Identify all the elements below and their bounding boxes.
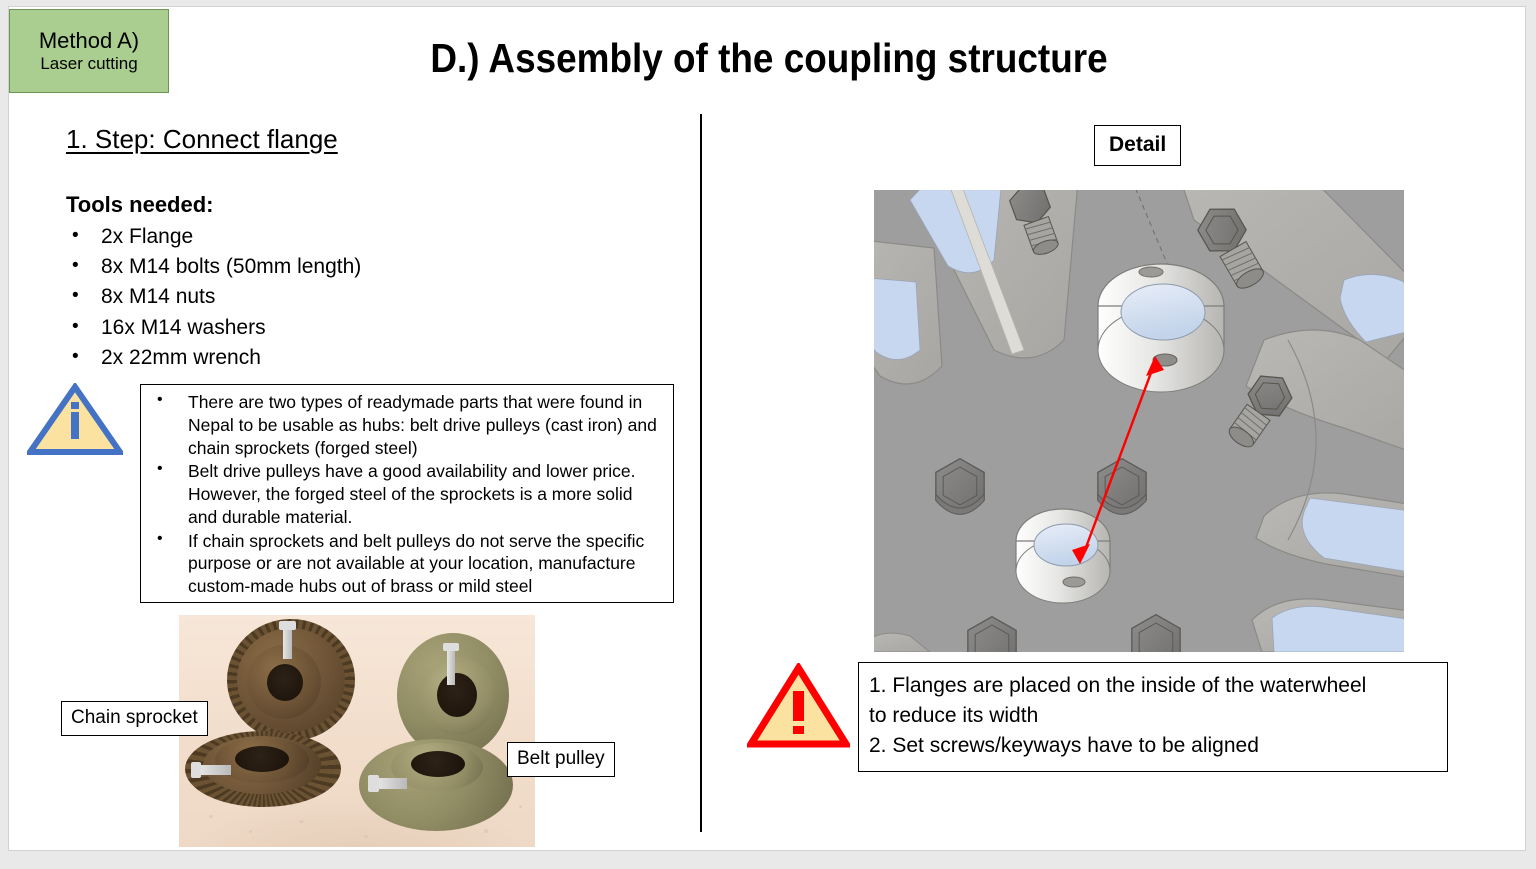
chain-sprocket-label: Chain sprocket xyxy=(61,701,208,736)
list-item: 8x M14 bolts (50mm length) xyxy=(66,252,486,282)
parts-photo xyxy=(179,615,535,847)
warning-line: to reduce its width xyxy=(869,703,1039,727)
step-heading: 1. Step: Connect flange xyxy=(66,124,338,154)
info-icon xyxy=(27,383,123,455)
detail-label: Detail xyxy=(1094,125,1182,166)
column-divider xyxy=(700,114,702,832)
warning-line: 1. Flanges are placed on the inside of t… xyxy=(869,674,1367,697)
warning-box: 1. Flanges are placed on the inside of t… xyxy=(858,662,1448,772)
slide-canvas: Method A) Laser cutting D.) Assembly of … xyxy=(8,6,1526,851)
list-item: 8x M14 nuts xyxy=(66,282,486,312)
list-item: There are two types of readymade parts t… xyxy=(141,390,665,459)
method-badge-title: Method A) xyxy=(38,28,140,54)
belt-pulley-label: Belt pulley xyxy=(507,742,615,777)
list-item: 2x 22mm wrench xyxy=(66,343,486,373)
info-bullet-list: There are two types of readymade parts t… xyxy=(141,390,665,598)
warning-icon xyxy=(744,661,853,749)
method-badge-subtitle: Laser cutting xyxy=(40,54,138,74)
tools-list: 2x Flange 8x M14 bolts (50mm length) 8x … xyxy=(66,222,486,373)
list-item: 16x M14 washers xyxy=(66,313,486,343)
warning-line: 2. Set screws/keyways have to be aligned xyxy=(869,733,1259,757)
list-item: Belt drive pulleys have a good availabil… xyxy=(141,459,665,528)
flange-hub-upper xyxy=(1097,263,1225,393)
tools-heading: Tools needed: xyxy=(66,192,214,217)
method-badge: Method A) Laser cutting xyxy=(9,9,169,93)
list-item: 2x Flange xyxy=(66,222,486,252)
page-title: D.) Assembly of the coupling structure xyxy=(430,35,1108,81)
info-box: There are two types of readymade parts t… xyxy=(140,384,674,603)
cad-render xyxy=(874,190,1404,652)
list-item: If chain sprockets and belt pulleys do n… xyxy=(141,528,665,598)
